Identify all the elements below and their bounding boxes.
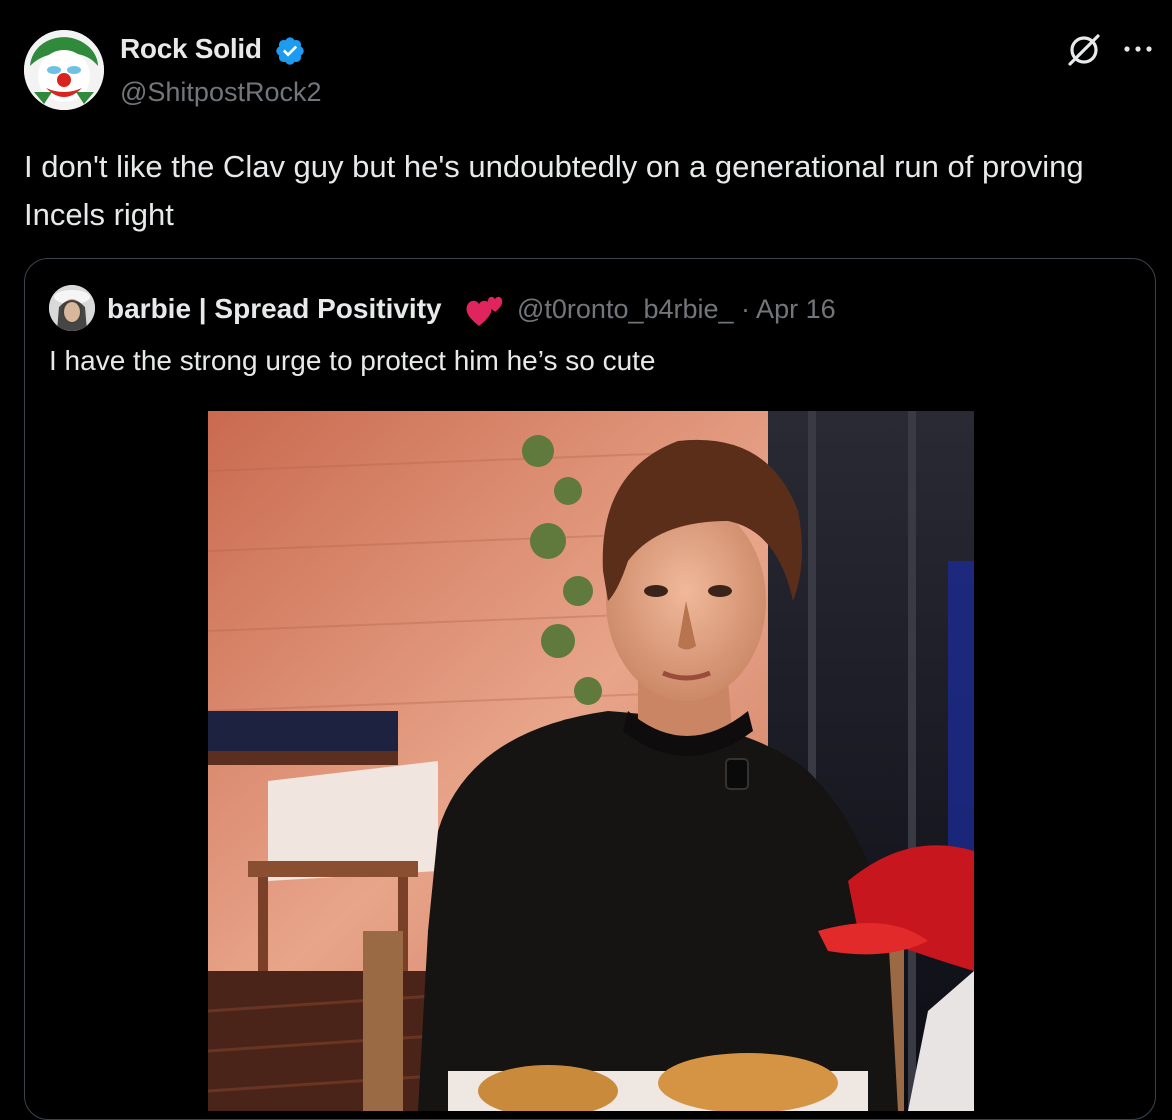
post: Rock Solid @ShitpostRock2 I don't like t… [0, 0, 1172, 1120]
two-hearts-emoji [466, 296, 503, 326]
quoted-handle-date[interactable]: @t0ronto_b4rbie_ · Apr 16 [517, 294, 836, 325]
author-handle[interactable]: @ShitpostRock2 [120, 77, 322, 108]
author-avatar[interactable] [24, 30, 104, 110]
grok-icon[interactable] [1064, 30, 1104, 70]
quoted-author-display-name[interactable]: barbie | Spread Positivity [107, 293, 442, 325]
quoted-photo[interactable] [208, 411, 974, 1111]
author-display-name[interactable]: Rock Solid [120, 33, 262, 65]
more-icon[interactable] [1120, 34, 1156, 64]
quoted-author-avatar[interactable] [49, 285, 95, 331]
post-text: I don't like the Clav guy but he's undou… [24, 149, 1084, 232]
verified-badge-icon [276, 37, 304, 65]
quoted-text: I have the strong urge to protect him he… [49, 345, 656, 376]
quoted-tweet[interactable]: barbie | Spread Positivity @t0ronto_b4rb… [24, 258, 1156, 1120]
